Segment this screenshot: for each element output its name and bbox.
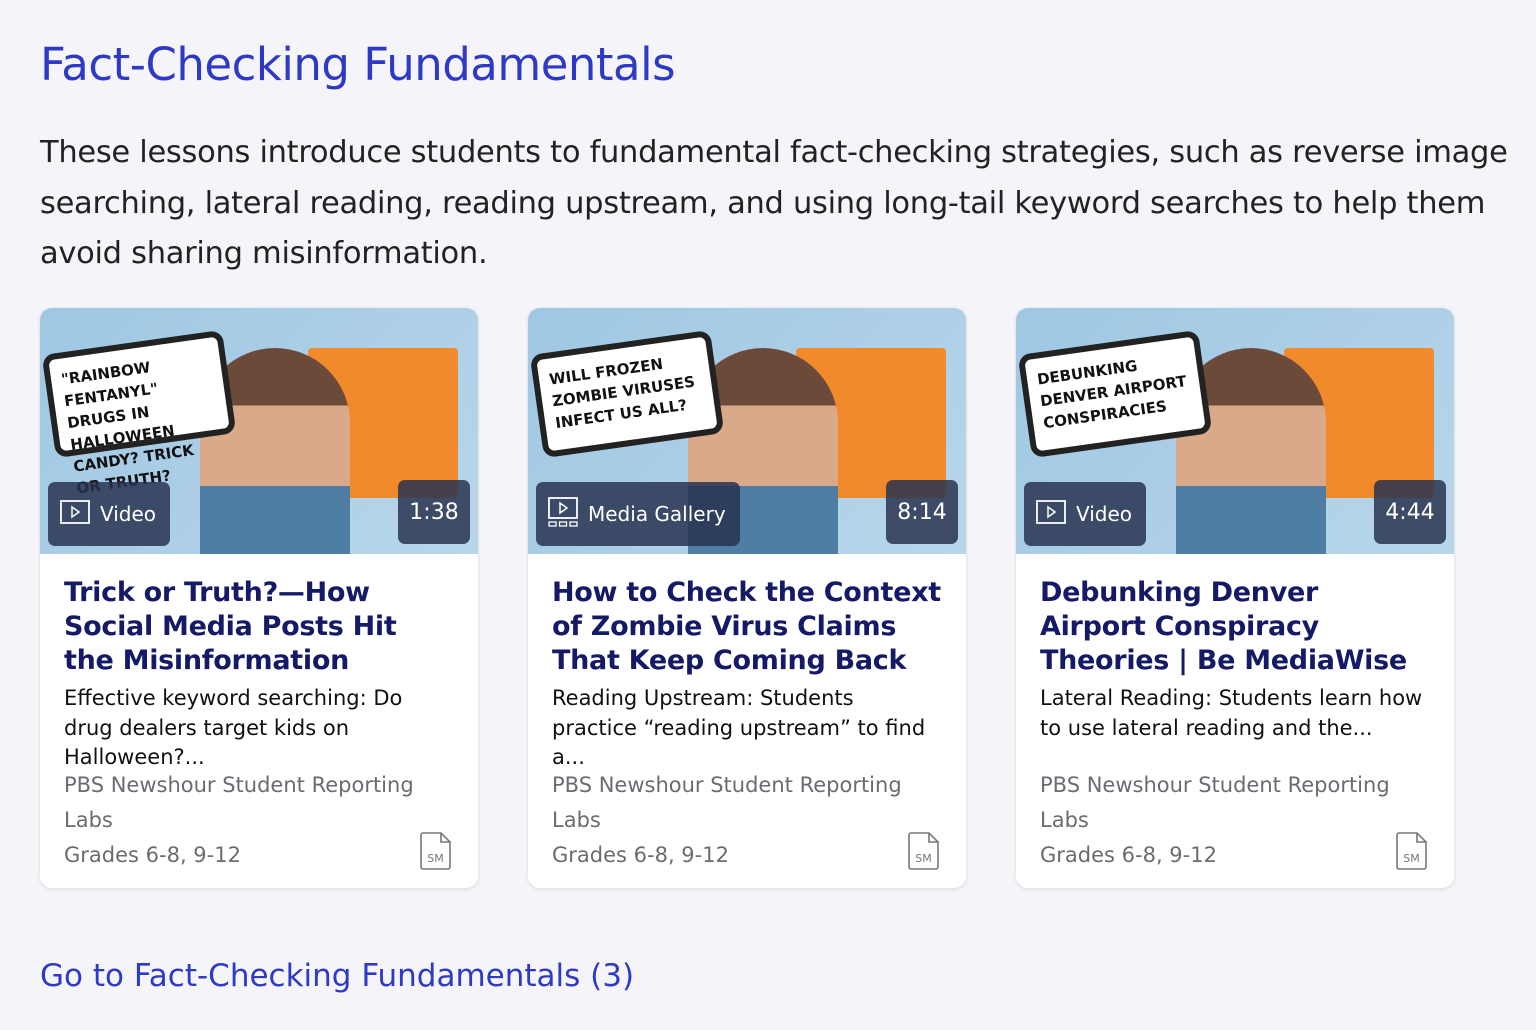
media-type-label: Video bbox=[1076, 502, 1133, 526]
grades: Grades 6-8, 9-12 bbox=[552, 843, 729, 867]
section-description: These lessons introduce students to fund… bbox=[40, 135, 1508, 271]
resource-card[interactable]: DEBUNKING DENVER AIRPORT CONSPIRACIES Vi… bbox=[1016, 308, 1454, 888]
card-title-link[interactable]: Trick or Truth?—How Social Media Posts H… bbox=[64, 576, 454, 678]
file-sm-icon: SM bbox=[420, 832, 452, 874]
thumbnail[interactable]: DEBUNKING DENVER AIRPORT CONSPIRACIES Vi… bbox=[1016, 308, 1454, 554]
play-icon bbox=[1036, 499, 1066, 529]
resource-card[interactable]: WILL FROZEN ZOMBIE VIRUSES INFECT US ALL… bbox=[528, 308, 966, 888]
svg-text:SM: SM bbox=[427, 852, 443, 865]
media-type-badge: Video bbox=[1024, 482, 1147, 546]
thumbnail[interactable]: WILL FROZEN ZOMBIE VIRUSES INFECT US ALL… bbox=[528, 308, 966, 554]
resource-card[interactable]: "RAINBOW FENTANYL" DRUGS IN HALLOWEEN CA… bbox=[40, 308, 478, 888]
card-title-link[interactable]: How to Check the Context of Zombie Virus… bbox=[552, 576, 942, 678]
file-sm-icon: SM bbox=[1396, 832, 1428, 874]
grades: Grades 6-8, 9-12 bbox=[64, 843, 241, 867]
publisher: PBS Newshour Student Reporting Labs bbox=[552, 773, 902, 832]
thumbnail[interactable]: "RAINBOW FENTANYL" DRUGS IN HALLOWEEN CA… bbox=[40, 308, 478, 554]
media-type-badge: Video bbox=[48, 482, 171, 546]
card-summary: Reading Upstream: Students practice “rea… bbox=[552, 686, 926, 769]
media-type-label: Video bbox=[100, 502, 157, 526]
media-type-label: Media Gallery bbox=[588, 502, 726, 526]
svg-text:SM: SM bbox=[1403, 852, 1419, 865]
svg-text:SM: SM bbox=[915, 852, 931, 865]
media-gallery-icon bbox=[548, 496, 578, 532]
card-summary: Lateral Reading: Students learn how to u… bbox=[1040, 686, 1423, 740]
card-summary: Effective keyword searching: Do drug dea… bbox=[64, 686, 403, 769]
media-type-badge: Media Gallery bbox=[536, 482, 740, 546]
duration-badge: 1:38 bbox=[398, 480, 470, 544]
publisher: PBS Newshour Student Reporting Labs bbox=[1040, 773, 1390, 832]
duration-badge: 4:44 bbox=[1374, 480, 1446, 544]
page-title: Fact-Checking Fundamentals bbox=[40, 38, 676, 91]
play-icon bbox=[60, 499, 90, 529]
go-to-collection-link[interactable]: Go to Fact-Checking Fundamentals (3) bbox=[40, 958, 634, 994]
grades: Grades 6-8, 9-12 bbox=[1040, 843, 1217, 867]
file-sm-icon: SM bbox=[908, 832, 940, 874]
card-title-link[interactable]: Debunking Denver Airport Conspiracy Theo… bbox=[1040, 576, 1430, 678]
duration-badge: 8:14 bbox=[886, 480, 958, 544]
publisher: PBS Newshour Student Reporting Labs bbox=[64, 773, 414, 832]
